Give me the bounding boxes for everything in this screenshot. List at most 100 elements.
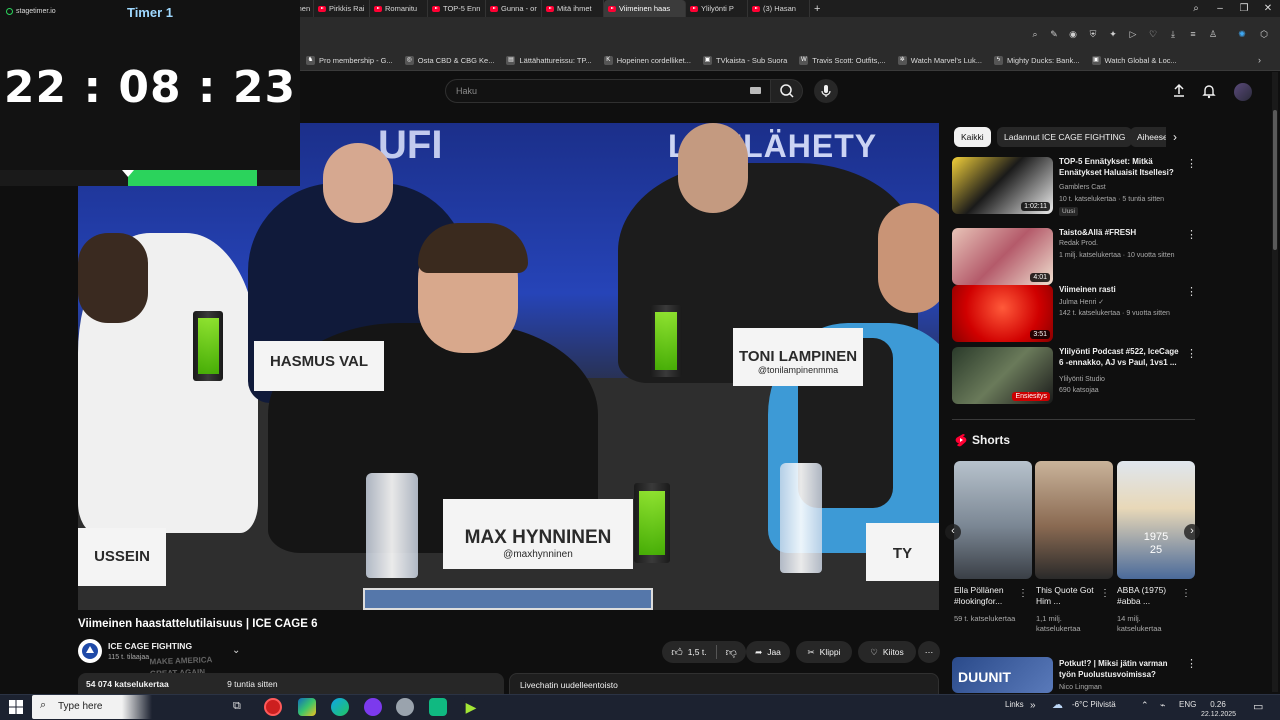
upload-icon[interactable]: [1170, 82, 1188, 100]
download-icon[interactable]: ⤓: [1167, 28, 1179, 40]
channel-avatar[interactable]: [78, 639, 102, 663]
task-view-icon[interactable]: ⧉: [233, 700, 241, 713]
search-input[interactable]: Haku: [445, 79, 771, 103]
recommendation-channel[interactable]: Nico Lingman: [1059, 684, 1102, 691]
terminal-app-icon[interactable]: [429, 698, 447, 716]
chevron-down-icon[interactable]: ⌄: [232, 645, 240, 656]
taskbar-links[interactable]: Links: [1005, 700, 1024, 709]
like-count[interactable]: 1,5 t.: [688, 647, 707, 657]
bookmark-item[interactable]: ▣ TVkaista - Sub Suora: [697, 56, 793, 65]
recommendation-item[interactable]: DUUNIT Potkut!? | Miksi jätin varman työ…: [952, 657, 1197, 693]
minimize-icon[interactable]: –: [1208, 0, 1232, 17]
video-thumbnail[interactable]: DUUNIT: [952, 657, 1053, 693]
browser-tab[interactable]: Romanitu: [370, 0, 428, 17]
shorts-next-icon[interactable]: ›: [1184, 524, 1200, 540]
copilot-icon[interactable]: ✺: [1236, 28, 1248, 40]
short-title[interactable]: This Quote Got Him ...: [1036, 585, 1106, 607]
browser-tab[interactable]: Gunna - or: [486, 0, 542, 17]
extension-icon[interactable]: ✦: [1107, 28, 1119, 40]
recommendation-title[interactable]: Potkut!? | Miksi jätin varman työn Puolu…: [1059, 659, 1183, 680]
new-tab-button[interactable]: +: [810, 0, 824, 17]
heart-icon[interactable]: ♡: [1147, 28, 1159, 40]
more-vert-icon[interactable]: ⋮: [1186, 287, 1197, 298]
more-vert-icon[interactable]: ⋮: [1100, 588, 1110, 599]
more-actions-button[interactable]: ⋯: [918, 641, 940, 663]
short-thumbnail[interactable]: [954, 461, 1032, 579]
short-thumbnail[interactable]: 1975 25: [1117, 461, 1195, 579]
short-thumbnail[interactable]: [1035, 461, 1113, 579]
user-avatar[interactable]: [1234, 83, 1252, 101]
bookmark-item[interactable]: ♞ Pro membership - G...: [300, 56, 399, 65]
video-thumbnail[interactable]: 1:02:11: [952, 157, 1053, 214]
close-window-icon[interactable]: ✕: [1256, 0, 1280, 17]
chip-uploaded-by[interactable]: Ladannut ICE CAGE FIGHTING: [997, 127, 1133, 147]
channel-name[interactable]: ICE CAGE FIGHTING: [108, 641, 192, 651]
recommendation-title[interactable]: Taisto&Allä #FRESH: [1059, 228, 1183, 239]
more-vert-icon[interactable]: ⋮: [1186, 159, 1197, 170]
more-vert-icon[interactable]: ⋮: [1186, 659, 1197, 670]
notifications-bell-icon[interactable]: [1200, 82, 1218, 100]
recommendation-channel[interactable]: Julma Henri ✓: [1059, 298, 1104, 306]
bookmark-item[interactable]: ✲ Watch Marvel's Luk...: [892, 56, 988, 65]
chevron-right-icon[interactable]: ›: [1173, 130, 1177, 144]
play-app-icon[interactable]: ▶: [462, 698, 480, 716]
security-app-icon[interactable]: [396, 698, 414, 716]
thumbs-up-icon[interactable]: 👍︎: [671, 646, 683, 659]
edit-icon[interactable]: ✎: [1048, 28, 1060, 40]
recommendation-item[interactable]: Ensiesitys Ylilyönti Podcast #522, IceCa…: [952, 347, 1197, 405]
copilot-app-icon[interactable]: [298, 698, 316, 716]
restore-icon[interactable]: ❐: [1232, 0, 1256, 17]
browser-tab[interactable]: Ylilyönti P: [686, 0, 748, 17]
bookmark-item[interactable]: ϟ Mighty Ducks: Bank...: [988, 56, 1086, 65]
taskbar-search-box[interactable]: ⌕ Type here: [32, 695, 222, 719]
recommendation-item[interactable]: 3:51 Viimeinen rasti Julma Henri ✓ 142 t…: [952, 285, 1197, 343]
recommendation-channel[interactable]: Gamblers Cast: [1059, 184, 1106, 191]
shield-icon[interactable]: ⛨: [1087, 28, 1099, 40]
more-vert-icon[interactable]: ⋮: [1018, 588, 1028, 599]
bookmark-item[interactable]: ▤ Lättähattureissu: TP...: [500, 56, 597, 65]
bookmark-item[interactable]: W Travis Scott: Outfits,...: [793, 56, 892, 65]
keyboard-icon[interactable]: [750, 87, 761, 94]
tray-expand-icon[interactable]: ⌃: [1141, 700, 1149, 711]
browser-tab[interactable]: (3) Hasan: [748, 0, 810, 17]
chip-all[interactable]: Kaikki: [954, 127, 991, 147]
share-button[interactable]: ➦ Jaa: [746, 641, 790, 663]
bookmark-item[interactable]: ▣ Watch Global & Loc...: [1086, 56, 1183, 65]
short-title[interactable]: Ella Pöllänen #lookingfor...: [954, 585, 1024, 607]
video-player[interactable]: LIVELÄHETY UFI HASMUS VAL TONI LAMPINEN …: [78, 123, 939, 610]
bookmark-item[interactable]: K Hopeinen cordelliket...: [598, 56, 697, 65]
bookmark-item[interactable]: ◎ Osta CBD & CBG Ke...: [399, 56, 501, 65]
edge-icon[interactable]: [331, 698, 349, 716]
recommendation-channel[interactable]: Ylilyönti Studio: [1059, 376, 1105, 383]
clock[interactable]: 0.26 22.12.2025: [1201, 700, 1236, 720]
recommendation-channel[interactable]: Redak Prod.: [1059, 240, 1098, 247]
recommendation-item[interactable]: 1:02:11 TOP-5 Ennätykset: Mitkä Ennätyks…: [952, 157, 1197, 216]
thumbs-down-icon[interactable]: 👎︎: [726, 646, 737, 659]
more-vert-icon[interactable]: ⋮: [1181, 588, 1191, 599]
network-icon[interactable]: ⌁: [1160, 700, 1165, 711]
recommendation-title[interactable]: TOP-5 Ennätykset: Mitkä Ennätykset Halua…: [1059, 157, 1183, 178]
browser-tab[interactable]: Mitä ihmet: [542, 0, 604, 17]
bookmarks-overflow-icon[interactable]: ›: [1258, 55, 1261, 65]
clip-button[interactable]: ✂ Klippi: [796, 641, 852, 663]
voice-search-button[interactable]: [814, 79, 838, 103]
more-vert-icon[interactable]: ⋮: [1186, 349, 1197, 360]
language-indicator[interactable]: ENG: [1179, 700, 1196, 709]
browser-tab[interactable]: TOP-5 Enn: [428, 0, 486, 17]
play-icon[interactable]: ▷: [1127, 28, 1139, 40]
shorts-prev-icon[interactable]: ‹: [945, 524, 961, 540]
short-title[interactable]: ABBA (1975) #abba ...: [1117, 585, 1187, 607]
video-thumbnail[interactable]: Ensiesitys: [952, 347, 1053, 404]
browser-tab[interactable]: Viimeinen haas: [604, 0, 686, 17]
chip-related[interactable]: Aiheeseen: [1130, 127, 1166, 147]
video-thumbnail[interactable]: 3:51: [952, 285, 1053, 342]
weather-text[interactable]: -6°C Pilvistä: [1072, 700, 1116, 709]
notification-center-icon[interactable]: ▭: [1253, 700, 1263, 713]
scrollbar-thumb[interactable]: [1273, 110, 1277, 250]
search-page-icon[interactable]: ⌕: [1029, 28, 1041, 40]
video-thumbnail[interactable]: 4:01: [952, 228, 1053, 285]
opera-gx-icon[interactable]: [264, 698, 282, 716]
more-vert-icon[interactable]: ⋮: [1186, 230, 1197, 241]
thanks-button[interactable]: ♡ Kiitos: [858, 641, 916, 663]
recommendation-title[interactable]: Viimeinen rasti: [1059, 285, 1183, 296]
